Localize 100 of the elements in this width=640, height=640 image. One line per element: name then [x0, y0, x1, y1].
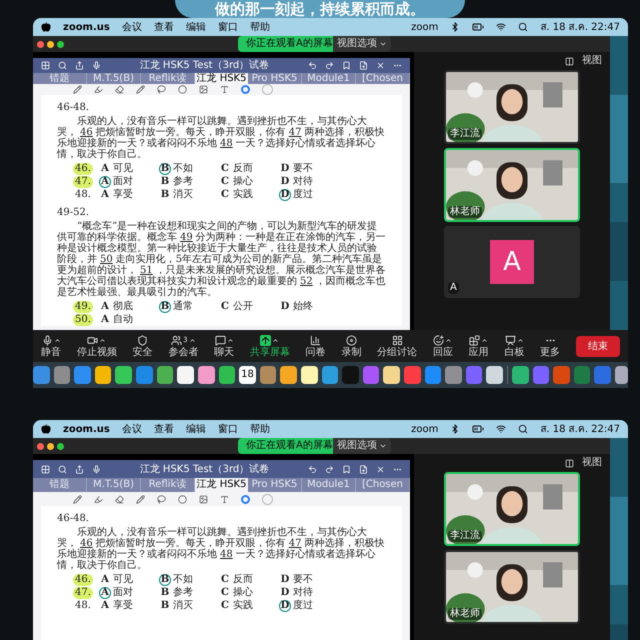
- shape-icon[interactable]: [178, 494, 187, 504]
- battery-icon[interactable]: [472, 423, 484, 435]
- microphone-icon[interactable]: [92, 61, 101, 70]
- bluetooth-icon[interactable]: [450, 424, 460, 434]
- toolbar-button[interactable]: 回应: [432, 334, 453, 358]
- toolbar-button[interactable]: 更多: [540, 334, 560, 358]
- toolbar-button[interactable]: 白板: [504, 334, 524, 358]
- redo-icon[interactable]: [325, 61, 334, 70]
- app-icon[interactable]: [300, 366, 318, 384]
- app-icon[interactable]: [94, 366, 112, 384]
- toolbar-button[interactable]: 应用: [468, 334, 489, 358]
- toolbar-button[interactable]: 分组讨论: [377, 334, 418, 358]
- close-icon[interactable]: [376, 464, 385, 474]
- menu-item[interactable]: 编辑: [186, 20, 206, 34]
- lasso-icon[interactable]: [157, 85, 166, 94]
- document-title[interactable]: 江龙 HSK5 Test（3rd）试卷: [140, 58, 270, 73]
- caret-icon[interactable]: [481, 336, 488, 344]
- toolbar-button[interactable]: 共享屏幕: [250, 334, 290, 358]
- pencil-icon[interactable]: [136, 494, 145, 504]
- app-icon[interactable]: [486, 366, 504, 384]
- clock[interactable]: ส. 18 ส.ค. 22:47: [540, 422, 620, 436]
- undo-icon[interactable]: [308, 464, 317, 474]
- close-icon[interactable]: [376, 61, 385, 70]
- toolbar-button[interactable]: 安全: [132, 334, 153, 358]
- add-page-icon[interactable]: [359, 61, 368, 70]
- menu-item[interactable]: 编辑: [186, 422, 206, 436]
- microphone-icon[interactable]: [92, 464, 101, 474]
- bookmark-icon[interactable]: [342, 61, 351, 70]
- undo-icon[interactable]: [308, 61, 317, 70]
- trash-icon[interactable]: [615, 366, 628, 384]
- caret-icon[interactable]: [516, 336, 524, 344]
- pen-icon[interactable]: [73, 494, 82, 504]
- pen-icon[interactable]: [73, 85, 82, 94]
- eraser-icon[interactable]: [115, 85, 124, 94]
- toolbar-button[interactable]: 停止视频: [76, 334, 117, 358]
- bluetooth-icon[interactable]: [450, 22, 460, 32]
- view-button[interactable]: 视图: [582, 458, 602, 468]
- eraser-icon[interactable]: [115, 494, 124, 504]
- redo-icon[interactable]: [325, 464, 334, 474]
- document-tab[interactable]: 江龙 HSK5: [195, 73, 248, 84]
- grid-icon[interactable]: [41, 464, 50, 474]
- pencil-icon[interactable]: [136, 85, 145, 94]
- text-icon[interactable]: [220, 494, 229, 504]
- zoom-menu-extra[interactable]: zoom: [411, 20, 438, 34]
- gallery-icon[interactable]: [565, 458, 574, 468]
- grid-icon[interactable]: [41, 61, 50, 70]
- toolbar-button[interactable]: 问卷: [306, 334, 326, 358]
- end-button[interactable]: 结束: [576, 336, 620, 356]
- lasso-icon[interactable]: [157, 494, 166, 504]
- wifi-icon[interactable]: [496, 424, 506, 434]
- view-options-button[interactable]: 视图选项: [333, 36, 391, 52]
- text-icon[interactable]: [220, 85, 229, 94]
- app-menu[interactable]: zoom.us: [63, 20, 110, 34]
- view-options-button[interactable]: 视图选项: [333, 438, 391, 454]
- share-icon[interactable]: [75, 464, 84, 474]
- menu-item[interactable]: 查看: [154, 20, 174, 34]
- highlighter-icon[interactable]: [94, 494, 103, 504]
- app-icon[interactable]: [115, 366, 132, 384]
- add-page-icon[interactable]: [359, 464, 368, 474]
- app-icon[interactable]: [177, 366, 194, 384]
- toolbar-button[interactable]: 录制: [341, 334, 362, 358]
- zoom-menu-extra[interactable]: zoom: [411, 422, 438, 436]
- apple-icon[interactable]: [41, 424, 51, 434]
- app-icon[interactable]: [512, 366, 529, 384]
- caret-icon[interactable]: [272, 336, 280, 344]
- image-icon[interactable]: [199, 85, 208, 94]
- caret-icon[interactable]: [54, 336, 60, 344]
- image-icon[interactable]: [199, 494, 208, 504]
- menu-item[interactable]: 会议: [122, 20, 142, 34]
- app-icon[interactable]: [198, 366, 215, 384]
- share-icon[interactable]: [75, 61, 84, 70]
- caret-icon[interactable]: [99, 336, 106, 344]
- menu-item[interactable]: 窗口: [218, 422, 238, 436]
- menu-item[interactable]: 窗口: [218, 20, 238, 34]
- app-icon[interactable]: [280, 366, 297, 384]
- bookmark-icon[interactable]: [342, 464, 351, 474]
- wifi-icon[interactable]: [496, 22, 506, 32]
- menu-item[interactable]: 帮助: [250, 20, 270, 34]
- menu-item[interactable]: 查看: [154, 422, 174, 436]
- caret-icon[interactable]: [188, 336, 196, 344]
- toolbar-button[interactable]: 静音: [41, 334, 61, 358]
- view-button[interactable]: 视图: [582, 56, 602, 66]
- highlighter-icon[interactable]: [94, 85, 103, 94]
- menu-item[interactable]: 帮助: [250, 422, 270, 436]
- search-icon[interactable]: [518, 22, 528, 32]
- app-icon[interactable]: [383, 366, 400, 384]
- calendar-app-icon[interactable]: 18: [239, 366, 256, 384]
- toolbar-button[interactable]: 聊天: [214, 334, 234, 358]
- search-icon[interactable]: [518, 424, 528, 434]
- document-title[interactable]: 江龙 HSK5 Test（3rd）试卷: [140, 462, 270, 476]
- caret-icon[interactable]: [226, 336, 234, 344]
- caret-icon[interactable]: [445, 336, 452, 344]
- app-icon[interactable]: [218, 366, 236, 384]
- apple-icon[interactable]: [41, 22, 51, 32]
- document-tab[interactable]: 江龙 HSK5: [195, 478, 248, 492]
- clock[interactable]: ส. 18 ส.ค. 22:47: [540, 20, 620, 34]
- shape-icon[interactable]: [178, 85, 187, 94]
- menu-item[interactable]: 会议: [122, 422, 142, 436]
- app-menu[interactable]: zoom.us: [63, 422, 110, 436]
- gallery-icon[interactable]: [565, 56, 574, 66]
